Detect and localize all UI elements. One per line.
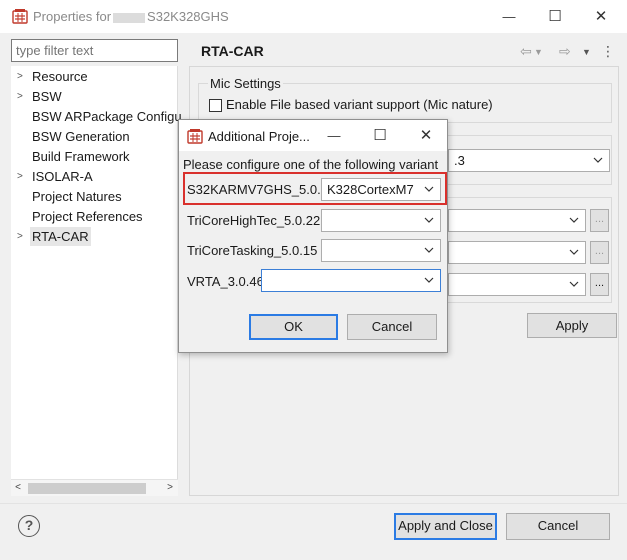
redacted-region: [113, 12, 146, 23]
variant-combo-2[interactable]: [448, 241, 586, 264]
chevron-down-icon: [424, 217, 434, 223]
dialog-cancel-button[interactable]: Cancel: [347, 314, 437, 340]
chevron-down-icon: [569, 249, 579, 255]
chevron-down-icon: [593, 157, 603, 163]
ok-button[interactable]: OK: [249, 314, 338, 340]
expand-arrow-icon[interactable]: >: [17, 87, 27, 106]
tree-item-label: ISOLAR-A: [32, 169, 93, 184]
scroll-thumb[interactable]: [28, 483, 146, 494]
tree-item-label: Project Natures: [32, 189, 122, 204]
minimize-button[interactable]: —: [321, 125, 347, 145]
tree-item-label: Project References: [32, 209, 143, 224]
window-titlebar[interactable]: Properties for S32K328GHS — ☐ ✕: [0, 0, 627, 33]
compiler-combo-value: .3: [454, 153, 465, 168]
close-button[interactable]: ✕: [588, 6, 614, 26]
scroll-left-icon[interactable]: <: [11, 480, 25, 496]
chevron-down-icon: [569, 217, 579, 223]
maximize-button[interactable]: ☐: [542, 6, 568, 26]
tree-item-label: BSW: [32, 89, 62, 104]
mic-nature-checkbox[interactable]: [209, 99, 222, 112]
variant-combo-1[interactable]: [448, 209, 586, 232]
expand-arrow-icon[interactable]: >: [17, 227, 27, 246]
expand-arrow-icon[interactable]: >: [17, 167, 27, 186]
tree-item-label: BSW ARPackage Configu: [32, 109, 182, 124]
chevron-down-icon: [424, 247, 434, 253]
page-title: RTA-CAR: [201, 43, 264, 59]
variant-row-label: TriCoreHighTec_5.0.22: [187, 213, 321, 228]
variant-row-label: S32KARMV7GHS_5.0.0: [187, 182, 328, 197]
close-button[interactable]: ✕: [413, 125, 439, 145]
filter-input[interactable]: [11, 39, 178, 62]
property-tree[interactable]: > Resource > BSW BSW ARPackage Configu BSW…: [11, 66, 182, 496]
minimize-button[interactable]: —: [496, 6, 522, 26]
app-icon: [187, 128, 203, 144]
more-menu-icon[interactable]: ⋮: [601, 43, 615, 60]
dialog-title: Additional Proje...: [208, 129, 310, 144]
mic-nature-checkbox-label: Enable File based variant support (Mic n…: [226, 97, 493, 112]
help-icon[interactable]: ?: [18, 515, 40, 537]
chevron-down-icon: [424, 277, 434, 283]
scroll-right-icon[interactable]: >: [163, 480, 177, 496]
cancel-button[interactable]: Cancel: [506, 513, 610, 540]
tree-item-label: RTA-CAR: [30, 227, 91, 246]
maximize-button[interactable]: ☐: [367, 125, 393, 145]
apply-and-close-button[interactable]: Apply and Close: [394, 513, 497, 540]
window-title: Properties for S32K328GHS: [33, 9, 229, 24]
tree-horizontal-scrollbar[interactable]: < >: [11, 479, 178, 496]
app-icon: [12, 8, 28, 24]
browse-button[interactable]: ...: [590, 273, 609, 296]
chevron-down-icon[interactable]: ▼: [534, 47, 543, 57]
variant-select-tricoretasking[interactable]: [321, 239, 441, 262]
footer-separator: [0, 503, 627, 504]
additional-project-dialog: Additional Proje... — ☐ ✕ Please configu…: [178, 119, 448, 353]
chevron-down-icon[interactable]: ▼: [582, 47, 591, 57]
tree-item-label: Resource: [32, 69, 88, 84]
variant-select-vrta[interactable]: [261, 269, 441, 292]
dialog-prompt: Please configure one of the following va…: [183, 157, 439, 172]
variant-select-tricorehightec[interactable]: [321, 209, 441, 232]
variant-row-label: TriCoreTasking_5.0.15: [187, 243, 318, 258]
tree-item-label: BSW Generation: [32, 129, 130, 144]
variant-row-label: VRTA_3.0.46: [187, 274, 264, 289]
variant-select-value: K328CortexM7: [327, 182, 414, 197]
apply-button[interactable]: Apply: [527, 313, 617, 338]
chevron-down-icon: [424, 186, 434, 192]
page-header: RTA-CAR ⇦ ▼ ⇨ ▼ ⋮: [189, 33, 619, 66]
expand-arrow-icon[interactable]: >: [17, 67, 27, 86]
compiler-combo[interactable]: .3: [448, 149, 610, 172]
browse-button[interactable]: ...: [590, 209, 609, 232]
mic-settings-legend: Mic Settings: [208, 76, 283, 91]
back-icon[interactable]: ⇦: [520, 43, 532, 60]
chevron-down-icon: [569, 281, 579, 287]
tree-item-label: Build Framework: [32, 149, 130, 164]
variant-combo-3[interactable]: [448, 273, 586, 296]
dialog-titlebar[interactable]: Additional Proje... — ☐ ✕: [179, 120, 447, 151]
forward-icon[interactable]: ⇨: [559, 43, 571, 60]
browse-button[interactable]: ...: [590, 241, 609, 264]
variant-select-s32karmv7ghs[interactable]: K328CortexM7: [321, 178, 441, 201]
